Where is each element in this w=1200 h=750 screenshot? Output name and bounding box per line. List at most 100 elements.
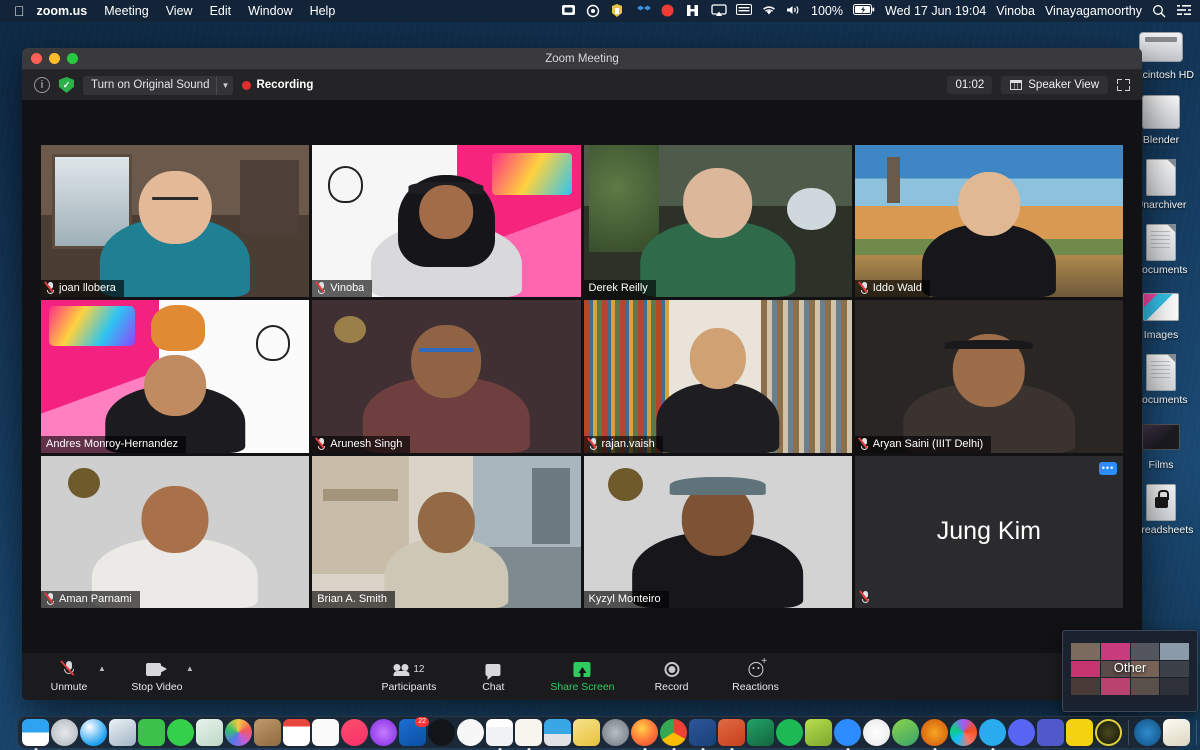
menu-bar-datetime[interactable]: Wed 17 Jun 19:04: [885, 4, 986, 18]
keyboard-icon[interactable]: [736, 4, 753, 18]
video-options-chevron-up-icon[interactable]: ▲: [186, 664, 194, 673]
dock-item-photos[interactable]: [225, 718, 253, 747]
dock-item-powerpoint[interactable]: [718, 718, 746, 750]
dock-item-excel[interactable]: [747, 718, 775, 747]
battery-charging-icon[interactable]: [853, 4, 875, 18]
dock-item-appletv[interactable]: [428, 718, 456, 747]
participant-tile[interactable]: Arunesh Singh: [312, 300, 581, 453]
audio-options-chevron-up-icon[interactable]: ▲: [98, 664, 106, 673]
dock-item-chrome[interactable]: [660, 718, 688, 750]
view-mode-label: Speaker View: [1028, 79, 1099, 91]
bartender-icon[interactable]: [686, 4, 701, 18]
circle-slash-icon[interactable]: [586, 4, 601, 18]
dock-item-finder[interactable]: [22, 718, 50, 750]
participant-tile[interactable]: Derek Reilly: [583, 145, 852, 298]
dock-item-firefox[interactable]: [631, 718, 659, 750]
dock-item-keynote[interactable]: [544, 718, 572, 747]
dock-item-word[interactable]: [689, 718, 717, 750]
screen-share-preview[interactable]: Other: [1062, 630, 1198, 712]
share-screen-button[interactable]: Share Screen: [550, 661, 615, 693]
dock-item-outlook[interactable]: 22: [399, 716, 429, 747]
participant-tile[interactable]: joan llobera: [41, 145, 310, 298]
menu-item-edit[interactable]: Edit: [210, 4, 232, 18]
dock-item-messages[interactable]: [167, 718, 195, 747]
participant-tile[interactable]: Iddo Wald: [854, 145, 1123, 298]
dock-item-discord[interactable]: [1008, 718, 1036, 747]
search-icon[interactable]: [1152, 4, 1167, 18]
menu-item-window[interactable]: Window: [248, 4, 292, 18]
stop-video-button[interactable]: Stop Video: [130, 661, 184, 693]
info-icon[interactable]: i: [34, 77, 50, 93]
dock-item-telegram[interactable]: [979, 718, 1007, 750]
airplay-icon[interactable]: [711, 4, 727, 18]
dock-item-calendar[interactable]: [283, 718, 311, 747]
record-red-icon[interactable]: [661, 4, 676, 18]
macos-menu-bar:  zoom.us Meeting View Edit Window Help …: [0, 0, 1200, 22]
dock-item-mendeley[interactable]: [805, 718, 833, 747]
dock-item-contacts[interactable]: [254, 718, 282, 747]
window-title-bar[interactable]: Zoom Meeting: [22, 48, 1142, 70]
participant-tile-active-speaker[interactable]: Andres Monroy-Hernandez: [41, 300, 310, 453]
dock-item-quicklook[interactable]: [1134, 718, 1162, 747]
dock-item-pages[interactable]: [515, 718, 543, 750]
dropbox-icon[interactable]: [636, 4, 652, 18]
dock-item-dark-globe[interactable]: [1095, 718, 1123, 747]
dock-item-miro[interactable]: [892, 718, 920, 747]
dock-item-facetime[interactable]: [138, 718, 166, 747]
participants-icon: 12: [393, 661, 424, 679]
video-scene: [312, 300, 581, 453]
reactions-button[interactable]: Reactions: [729, 656, 783, 693]
dock-item-blender[interactable]: [921, 718, 949, 750]
dock-item-system-preferences[interactable]: [602, 718, 630, 747]
screen-recording-icon[interactable]: [561, 4, 576, 18]
dock-item-maps[interactable]: [196, 718, 224, 747]
shield-check-icon[interactable]: ✓: [59, 77, 74, 93]
text-document-icon: [1138, 221, 1184, 263]
control-center-icon[interactable]: [1177, 4, 1192, 18]
dock-item-reminders[interactable]: [312, 718, 340, 747]
participants-button[interactable]: 12 Participants: [381, 661, 436, 693]
dock-item-m-app[interactable]: [1066, 718, 1094, 747]
dock-item-zoom[interactable]: [834, 718, 862, 750]
recording-indicator[interactable]: Recording: [242, 79, 313, 91]
dock-item-textedit[interactable]: [1163, 718, 1191, 747]
dock-item-teams[interactable]: [1037, 718, 1065, 747]
unmute-button[interactable]: Unmute: [42, 660, 96, 693]
menu-bar-user-last[interactable]: Vinayagamoorthy: [1045, 4, 1142, 18]
dock-item-launchpad[interactable]: [51, 718, 79, 747]
volume-icon[interactable]: [786, 4, 801, 18]
menu-item-help[interactable]: Help: [310, 4, 336, 18]
apple-logo-icon[interactable]: : [14, 4, 25, 18]
enter-fullscreen-icon[interactable]: [1117, 79, 1130, 91]
dock-item-safari[interactable]: [80, 718, 108, 747]
wifi-icon[interactable]: [761, 4, 776, 18]
share-screen-icon: [573, 661, 591, 679]
dock-item-podcasts[interactable]: [370, 718, 398, 747]
participant-tile-no-video[interactable]: ••• Jung Kim: [854, 455, 1123, 608]
participant-tile[interactable]: rajan.vaish: [583, 300, 852, 453]
original-sound-button[interactable]: Turn on Original Sound ▼: [83, 75, 234, 95]
menu-item-meeting[interactable]: Meeting: [104, 4, 148, 18]
dock-item-music[interactable]: [341, 718, 369, 747]
view-mode-button[interactable]: Speaker View: [1001, 76, 1108, 94]
participant-tile[interactable]: Aryan Saini (IIIT Delhi): [854, 300, 1123, 453]
battery-percent-label: 100%: [811, 4, 843, 18]
dock-item-spotify[interactable]: [776, 718, 804, 747]
menu-item-zoomus[interactable]: zoom.us: [37, 4, 88, 18]
menu-item-view[interactable]: View: [166, 4, 193, 18]
dock-item-preview[interactable]: [109, 718, 137, 747]
dock-item-news[interactable]: [457, 718, 485, 747]
participant-tile[interactable]: Kyzyl Monteiro: [583, 455, 852, 608]
dock-item-figma[interactable]: [950, 718, 978, 747]
dock-item-numbers[interactable]: [486, 718, 514, 750]
participant-tile[interactable]: Vinoba: [312, 145, 581, 298]
participant-tile[interactable]: Brian A. Smith: [312, 455, 581, 608]
participant-tile[interactable]: Aman Parnami: [41, 455, 310, 608]
dock-item-slack[interactable]: [863, 718, 891, 747]
chat-button[interactable]: Chat: [466, 661, 520, 693]
record-button[interactable]: Record: [645, 661, 699, 693]
dock-item-stickies[interactable]: [573, 718, 601, 747]
chevron-down-icon[interactable]: ▼: [216, 75, 233, 95]
menu-bar-user-first[interactable]: Vinoba: [996, 4, 1035, 18]
shield-badge-icon[interactable]: [611, 4, 626, 18]
